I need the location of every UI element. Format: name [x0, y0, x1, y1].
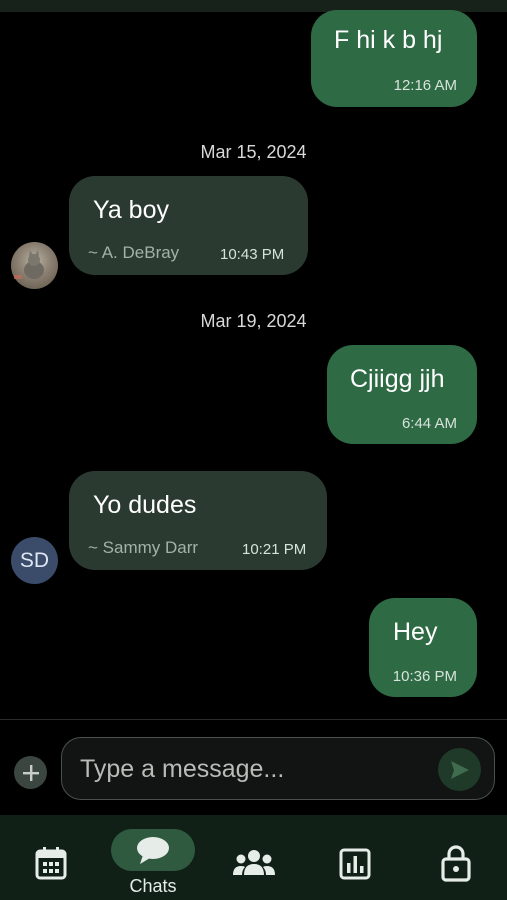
avatar[interactable]: SD — [11, 537, 58, 584]
message-time: 6:44 AM — [401, 415, 457, 432]
avatar[interactable] — [11, 242, 58, 289]
nav-item-groups[interactable] — [232, 849, 276, 879]
message-bubble-outgoing[interactable]: Hey 10:36 PM — [369, 598, 477, 697]
message-text: Hey — [393, 618, 438, 646]
bar-chart-icon — [339, 848, 371, 880]
people-icon — [233, 850, 275, 875]
nav-label-chats: Chats — [129, 876, 177, 896]
message-text: Yo dudes — [93, 491, 197, 519]
chat-icon — [137, 837, 169, 864]
composer-divider — [0, 719, 507, 720]
send-button[interactable] — [438, 748, 481, 791]
lock-icon — [441, 845, 471, 882]
send-icon — [450, 760, 469, 779]
message-input-container[interactable] — [61, 737, 495, 800]
message-bubble-outgoing[interactable]: F hi k b hj 12:16 AM — [311, 10, 477, 107]
message-sender: ~ A. DeBray — [88, 243, 180, 262]
message-time: 12:16 AM — [393, 77, 457, 94]
message-bubble-incoming[interactable]: Yo dudes ~ Sammy Darr 10:21 PM — [69, 471, 327, 570]
plus-icon — [22, 764, 39, 781]
message-time: 10:43 PM — [220, 246, 285, 263]
message-text: Ya boy — [93, 196, 169, 224]
message-bubble-outgoing[interactable]: Cjiigg jjh 6:44 AM — [327, 345, 477, 444]
date-separator: Mar 19, 2024 — [200, 311, 307, 331]
calendar-icon — [35, 847, 67, 880]
message-text: Cjiigg jjh — [350, 365, 445, 393]
nav-item-calendar[interactable] — [31, 846, 71, 882]
avatar-initials: SD — [19, 548, 50, 572]
message-time: 10:36 PM — [392, 668, 457, 685]
date-separator: Mar 15, 2024 — [200, 142, 307, 162]
message-time: 10:21 PM — [242, 541, 307, 558]
message-input[interactable] — [78, 738, 432, 800]
nav-item-lock[interactable] — [440, 844, 472, 882]
message-text: F hi k b hj — [334, 26, 443, 54]
nav-item-stats[interactable] — [338, 847, 372, 881]
message-sender: ~ Sammy Darr — [88, 538, 199, 557]
cat-photo-icon — [14, 250, 44, 279]
message-bubble-incoming[interactable]: Ya boy ~ A. DeBray 10:43 PM — [69, 176, 308, 275]
add-attachment-button[interactable] — [14, 756, 47, 789]
